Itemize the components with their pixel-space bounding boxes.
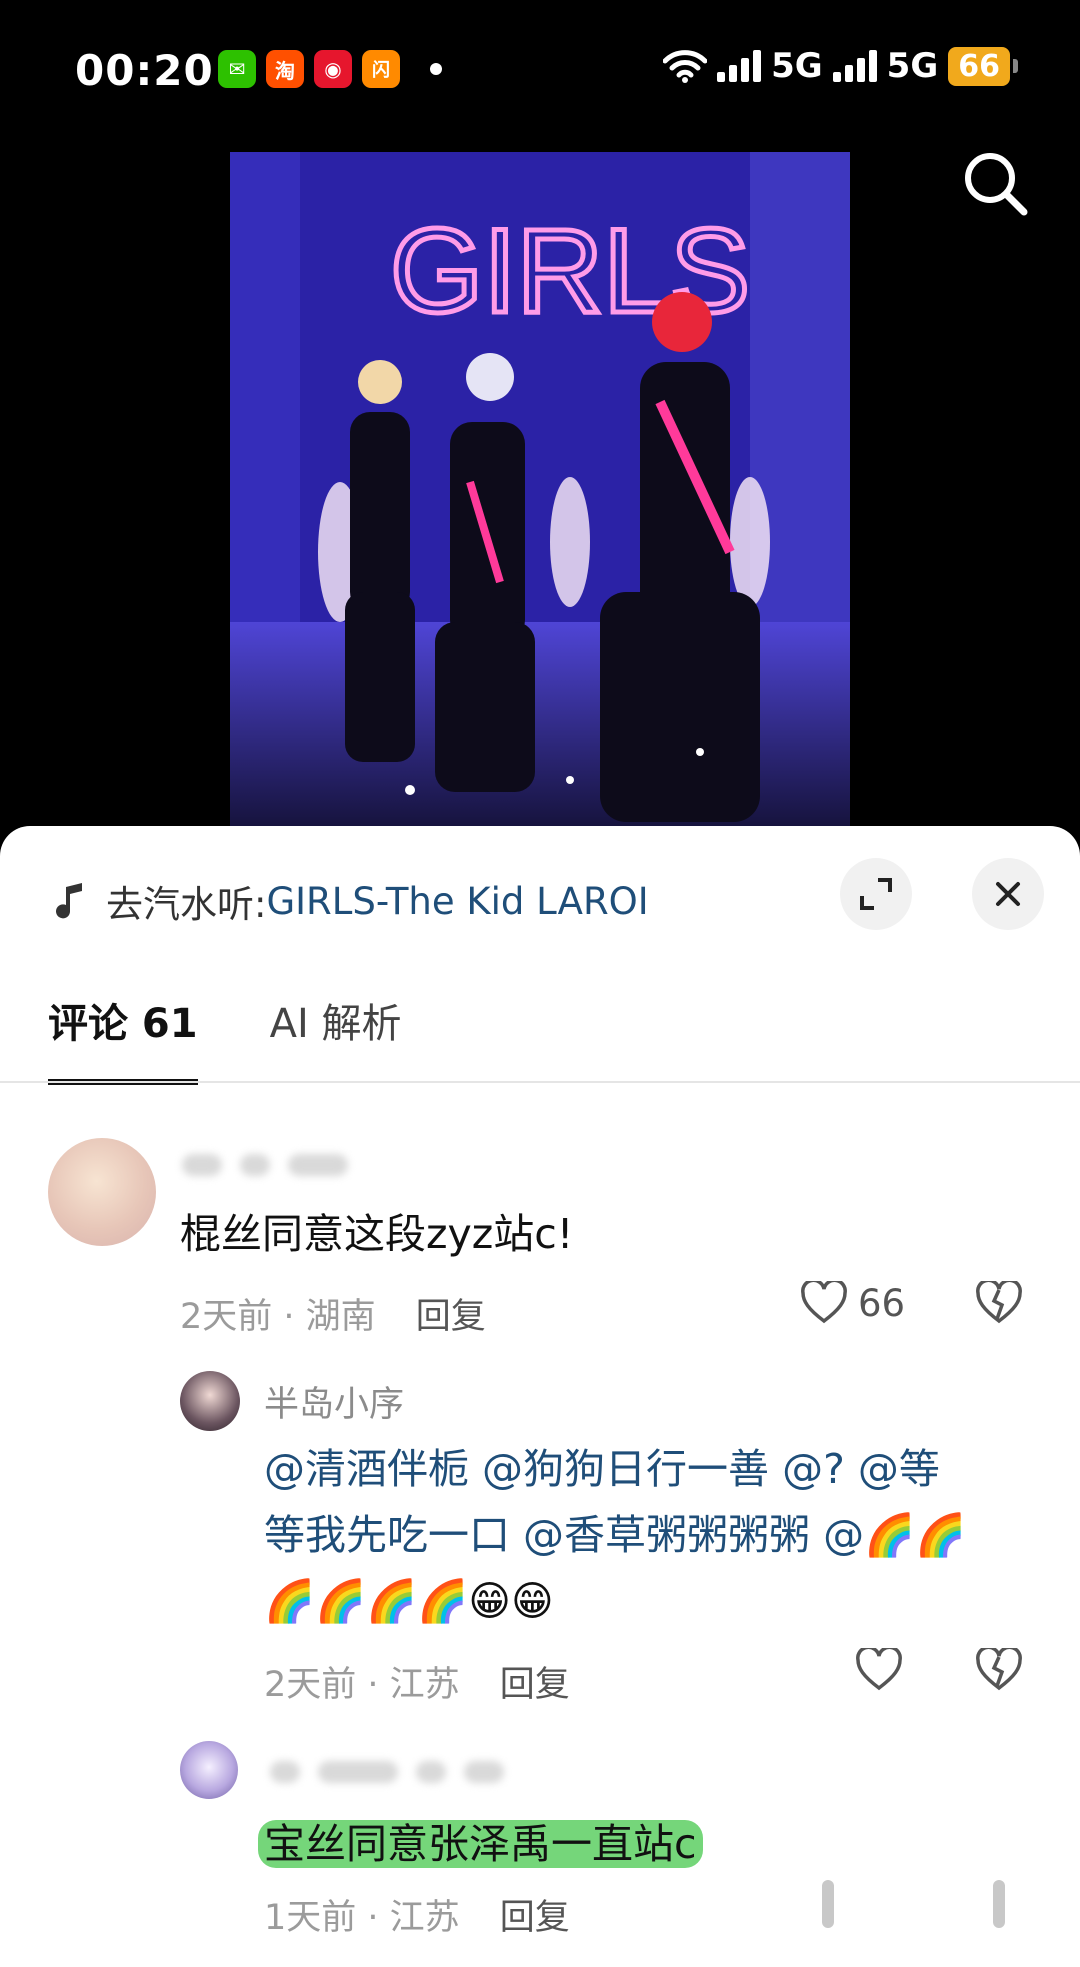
close-icon — [996, 882, 1020, 906]
notification-icons: ✉ 淘 ◉ 闪 — [218, 50, 442, 88]
search-icon — [965, 153, 1028, 216]
heart-icon — [856, 1648, 902, 1691]
music-title: GIRLS-The Kid LAROI — [266, 879, 649, 923]
tab-bar: 评论 61 AI 解析 — [48, 991, 401, 1085]
reply-text-line-3: 🌈🌈🌈🌈😁😁 — [264, 1577, 554, 1625]
comment-text: 棍丝同意这段zyz站c! — [180, 1210, 574, 1258]
network-label-1: 5G — [771, 46, 823, 86]
tab-divider — [0, 1081, 1080, 1083]
reply-meta: 2天前 · 江苏 回复 — [264, 1665, 570, 1705]
avatar[interactable] — [48, 1138, 156, 1246]
reply-button[interactable]: 回复 — [500, 1665, 570, 1705]
reply-avatar[interactable] — [180, 1371, 240, 1431]
tab-ai-analysis[interactable]: AI 解析 — [270, 991, 402, 1085]
music-prefix: 去汽水听: — [106, 883, 267, 926]
broken-heart-icon — [976, 1648, 1022, 1691]
taobao-shangou-icon: 闪 — [362, 50, 400, 88]
battery-indicator: 66 — [948, 46, 1018, 86]
expand-button[interactable] — [840, 858, 912, 930]
network-label-2: 5G — [886, 46, 939, 86]
reply-time: 1天前 — [264, 1898, 357, 1938]
tab-comments[interactable]: 评论 61 — [48, 991, 198, 1085]
reply-text: 宝丝同意张泽禹一直站c — [258, 1811, 703, 1877]
close-button[interactable] — [972, 858, 1044, 930]
music-note-icon — [56, 883, 82, 919]
comment-time: 2天前 — [180, 1297, 273, 1337]
music-link[interactable]: 去汽水听: GIRLS-The Kid LAROI — [52, 874, 649, 928]
wifi-icon — [663, 50, 708, 83]
reply-avatar[interactable] — [180, 1741, 238, 1799]
reply-text-line-2: 等我先吃一口 @香草粥粥粥粥 @🌈🌈 — [264, 1511, 967, 1559]
reply-button[interactable]: 回复 — [500, 1898, 570, 1938]
taobao-icon: 淘 — [266, 50, 304, 88]
video-frame: GIRLS — [230, 152, 850, 827]
video-player[interactable]: GIRLS — [230, 152, 850, 827]
expand-icon — [860, 878, 892, 910]
reply-location: 江苏 — [389, 1898, 460, 1938]
wechat-icon: ✉ — [218, 50, 256, 88]
comment-location: 湖南 — [305, 1297, 376, 1337]
more-notifications-dot — [430, 63, 442, 75]
broken-heart-icon — [976, 1281, 1022, 1324]
comment-sheet: 去汽水听: GIRLS-The Kid LAROI 评论 61 AI 解析 棍丝… — [0, 826, 1080, 1967]
comment-meta: 2天前 · 湖南 回复 — [180, 1297, 486, 1337]
search-button[interactable] — [960, 148, 1030, 218]
username-blurred[interactable] — [182, 1154, 348, 1176]
reply-location: 江苏 — [389, 1665, 460, 1705]
like-count: 66 — [858, 1281, 906, 1325]
reply-time: 2天前 — [264, 1665, 357, 1705]
reply-text-line-1: @清酒伴栀 @狗狗日行一善 @? @等 — [264, 1445, 940, 1493]
scroll-indicator — [822, 1880, 834, 1928]
scroll-indicator — [993, 1880, 1005, 1928]
signal-icon-1 — [717, 50, 762, 82]
reply-meta: 1天前 · 江苏 回复 — [264, 1898, 570, 1938]
reply-button[interactable]: 回复 — [416, 1297, 486, 1337]
heart-icon — [801, 1281, 847, 1324]
like-button[interactable] — [855, 1648, 903, 1692]
status-time: 00:20 — [75, 46, 214, 95]
like-button[interactable]: 66 — [800, 1281, 905, 1325]
system-status: 5G 5G 66 — [663, 46, 1018, 86]
weibo-icon: ◉ — [314, 50, 352, 88]
username-blurred[interactable] — [270, 1761, 504, 1783]
signal-icon-2 — [832, 50, 877, 82]
dislike-button[interactable] — [975, 1648, 1023, 1692]
highlighted-text: 宝丝同意张泽禹一直站c — [258, 1820, 703, 1868]
dislike-button[interactable] — [975, 1281, 1023, 1325]
status-bar: 00:20 ✉ 淘 ◉ 闪 5G 5G 66 — [0, 0, 1080, 140]
reply-username[interactable]: 半岛小序 — [264, 1376, 404, 1427]
